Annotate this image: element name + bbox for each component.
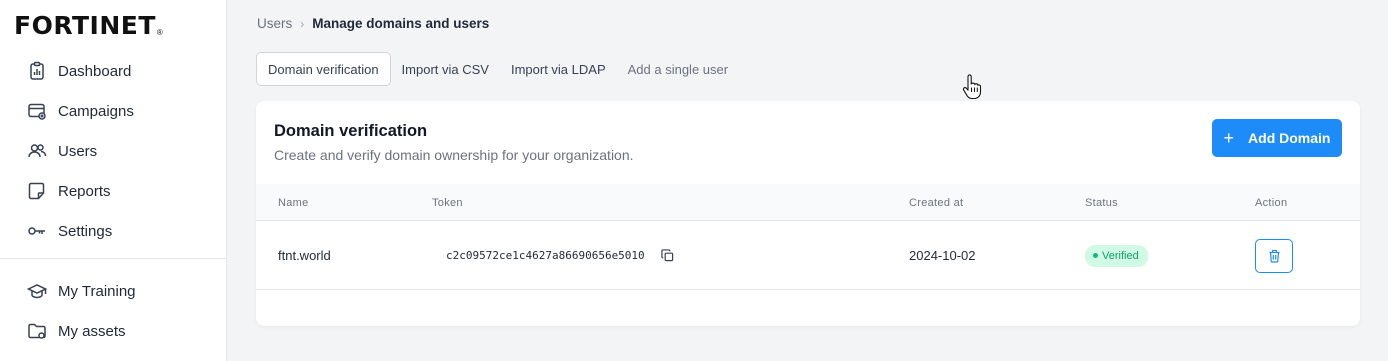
status-text: Verified (1102, 249, 1139, 262)
token-value: c2c09572ce1c4627a86690656e5010 (446, 249, 645, 262)
pointer-hand-icon (962, 74, 982, 105)
breadcrumb-current: Manage domains and users (312, 16, 490, 31)
status-cell: Verified (1085, 221, 1148, 290)
breadcrumb-separator: › (300, 16, 305, 31)
sidebar-item-users[interactable]: Users (0, 132, 227, 170)
breadcrumb: Users › Manage domains and users (257, 16, 489, 31)
status-badge: Verified (1085, 244, 1148, 267)
column-header-action: Action (1255, 196, 1288, 209)
action-cell (1255, 221, 1293, 290)
created-at: 2024-10-02 (909, 248, 976, 263)
reports-icon (26, 180, 48, 202)
tab-add-single-user[interactable]: Add a single user (617, 52, 739, 86)
table-header: Name Token Created at Status Action (256, 184, 1360, 221)
tab-import-csv[interactable]: Import via CSV (391, 52, 500, 86)
key-icon (26, 220, 48, 242)
column-header-status: Status (1085, 196, 1118, 209)
sidebar-item-label: Users (58, 142, 98, 160)
campaigns-icon (26, 100, 48, 122)
tab-import-ldap[interactable]: Import via LDAP (500, 52, 617, 86)
sidebar-item-label: Campaigns (58, 102, 134, 120)
sidebar-item-reports[interactable]: Reports (0, 172, 227, 210)
graduation-cap-icon (26, 280, 48, 302)
sidebar-item-label: My Training (58, 282, 136, 300)
card-title: Domain verification (274, 122, 428, 140)
plus-icon: + (1223, 128, 1235, 148)
sidebar-item-label: Settings (58, 222, 113, 240)
tab-domain-verification[interactable]: Domain verification (256, 52, 391, 86)
copy-icon[interactable] (661, 249, 674, 262)
folder-icon (26, 320, 48, 342)
users-icon (26, 140, 48, 162)
domain-name: ftnt.world (278, 248, 331, 263)
logo-text: FORTINET (14, 11, 156, 40)
column-header-created-at: Created at (909, 196, 964, 209)
sidebar-item-label: Reports (58, 182, 111, 200)
trash-icon (1268, 249, 1281, 263)
status-dot (1093, 253, 1098, 258)
table-row: ftnt.world c2c09572ce1c4627a86690656e501… (256, 221, 1360, 290)
add-domain-label: Add Domain (1248, 130, 1331, 146)
delete-button[interactable] (1255, 238, 1293, 273)
sidebar-item-my-assets[interactable]: My assets (0, 312, 227, 350)
sidebar-item-settings[interactable]: Settings (0, 212, 227, 250)
registered-mark: ® (156, 28, 163, 37)
sidebar: FORTINET ® Dashboard Campaigns Users Rep… (0, 0, 227, 361)
sidebar-item-label: Dashboard (58, 62, 132, 80)
sidebar-item-campaigns[interactable]: Campaigns (0, 92, 227, 130)
domain-verification-card: Domain verification Create and verify do… (256, 101, 1360, 326)
primary-nav: Dashboard Campaigns Users Reports Settin… (0, 52, 227, 250)
sidebar-item-my-training[interactable]: My Training (0, 272, 227, 310)
breadcrumb-parent[interactable]: Users (257, 16, 292, 31)
column-header-name: Name (278, 196, 309, 209)
fortinet-logo[interactable]: FORTINET ® (14, 11, 163, 40)
card-subtitle: Create and verify domain ownership for y… (274, 147, 634, 163)
dashboard-icon (26, 60, 48, 82)
add-domain-button[interactable]: + Add Domain (1212, 119, 1342, 157)
tab-bar: Domain verification Import via CSV Impor… (256, 52, 739, 86)
main-content: Users › Manage domains and users Domain … (228, 0, 1388, 361)
token-cell: c2c09572ce1c4627a86690656e5010 (446, 221, 674, 290)
sidebar-divider (0, 258, 227, 259)
sidebar-item-dashboard[interactable]: Dashboard (0, 52, 227, 90)
column-header-token: Token (432, 196, 463, 209)
secondary-nav: My Training My assets (0, 272, 227, 350)
sidebar-item-label: My assets (58, 322, 126, 340)
